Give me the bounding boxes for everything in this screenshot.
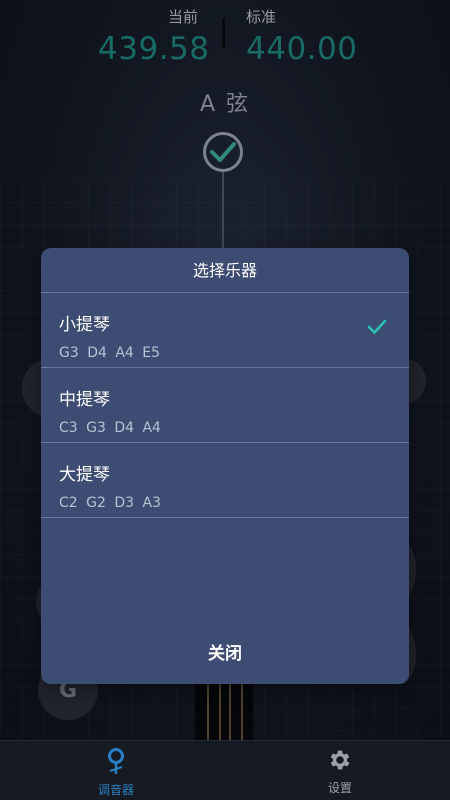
tab-settings-label: 设置	[327, 781, 352, 795]
dialog-title: 选择乐器	[41, 248, 409, 293]
instrument-name: 大提琴	[59, 465, 110, 485]
tab-tuner[interactable]: 调音器	[76, 747, 156, 798]
instrument-notes: G3 D4 A4 E5	[59, 345, 161, 361]
bottom-tab-bar: 调音器 设置	[0, 740, 450, 800]
close-button[interactable]: 关闭	[41, 634, 409, 674]
instrument-option-viola[interactable]: 中提琴 C3 G3 D4 A4	[41, 368, 409, 443]
tab-tuner-label: 调音器	[97, 783, 134, 797]
instrument-notes: C3 G3 D4 A4	[59, 420, 161, 436]
instrument-name: 小提琴	[59, 315, 110, 335]
selected-check-icon	[367, 319, 387, 339]
instrument-name: 中提琴	[59, 390, 110, 410]
instrument-option-cello[interactable]: 大提琴 C2 G2 D3 A3	[41, 443, 409, 518]
tab-settings[interactable]: 设置	[300, 747, 380, 796]
tuner-pin-icon	[108, 748, 124, 774]
instrument-option-violin[interactable]: 小提琴 G3 D4 A4 E5	[41, 293, 409, 368]
instrument-select-dialog: 选择乐器 小提琴 G3 D4 A4 E5 中提琴 C3 G3 D4 A4 大提琴…	[41, 248, 409, 684]
instrument-notes: C2 G2 D3 A3	[59, 495, 161, 511]
gear-icon	[330, 750, 350, 770]
